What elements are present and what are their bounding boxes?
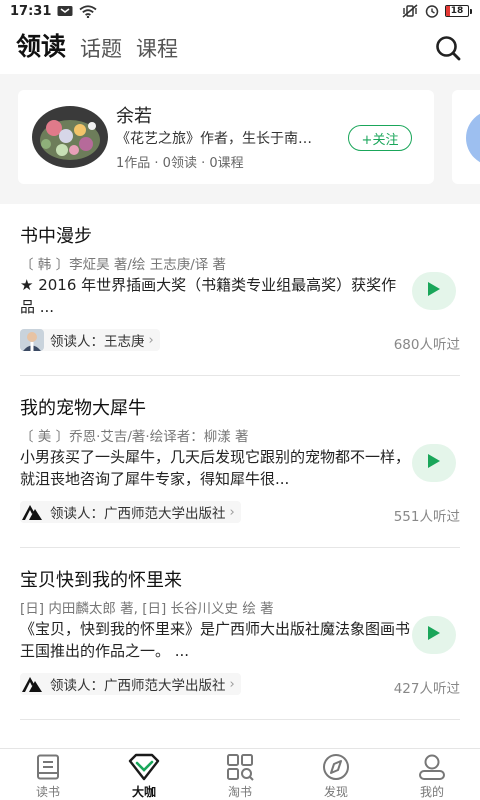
battery-level: 18 xyxy=(450,5,464,16)
next-author-avatar xyxy=(466,110,480,166)
reader-name: 领读人：广西师范大学出版社 xyxy=(50,506,226,522)
nav-label: 淘书 xyxy=(227,785,252,799)
chevron-right-icon: › xyxy=(229,504,235,520)
listen-count: 680人听过 xyxy=(393,337,460,353)
battery-icon: 18 xyxy=(445,5,472,17)
book-title: 书中漫步 xyxy=(20,226,92,247)
tab-topics[interactable]: 话题 xyxy=(80,33,122,67)
tab-courses[interactable]: 课程 xyxy=(136,33,178,67)
notification-icon xyxy=(57,5,73,17)
next-author-card[interactable] xyxy=(452,90,480,184)
status-bar: 17:31 18 xyxy=(0,0,480,22)
nav-label: 大咖 xyxy=(131,785,156,799)
book-icon xyxy=(32,752,64,782)
author-avatar xyxy=(32,106,108,168)
book-description: 小男孩买了一头犀牛，几天后发现它跟别的宠物都不一样，就沮丧地咨询了犀牛专家，得知… xyxy=(20,448,410,488)
follow-button[interactable]: +关注 xyxy=(348,125,412,151)
author-stats: 1作品 · 0领读 · 0课程 xyxy=(116,156,244,171)
nav-reading[interactable]: 读书 xyxy=(0,749,96,800)
nav-experts[interactable]: 大咖 xyxy=(96,749,192,800)
book-description: ★ 2016 年世界插画大奖（书籍类专业组最高奖）获奖作品 ... xyxy=(20,276,397,316)
play-button[interactable] xyxy=(412,272,456,310)
author-carousel: 余若 《花艺之旅》作者，生长于南… 1作品 · 0领读 · 0课程 +关注 xyxy=(0,74,480,204)
chevron-right-icon: › xyxy=(148,332,154,348)
chevron-right-icon: › xyxy=(229,676,235,692)
reader-link[interactable]: 领读人：王志庚 › xyxy=(20,329,160,351)
reader-link[interactable]: 领读人：广西师范大学出版社 › xyxy=(20,673,241,695)
author-description: 《花艺之旅》作者，生长于南… xyxy=(116,131,312,147)
compass-icon xyxy=(320,752,352,782)
publisher-logo-icon xyxy=(20,673,44,695)
author-card[interactable]: 余若 《花艺之旅》作者，生长于南… 1作品 · 0领读 · 0课程 +关注 xyxy=(18,90,434,184)
status-time: 17:31 xyxy=(10,3,52,19)
reader-name: 领读人：王志庚 xyxy=(50,334,145,350)
book-author: 〔 韩 〕李炡昊 著/绘 王志庚/译 著 xyxy=(20,257,227,273)
heart-check-icon xyxy=(128,752,160,782)
book-title: 我的宠物大犀牛 xyxy=(20,398,146,419)
header: 领读 话题 课程 xyxy=(0,22,480,77)
listen-count: 551人听过 xyxy=(393,509,460,525)
wifi-icon xyxy=(79,4,97,18)
book-item[interactable]: 我的宠物大犀牛 〔 美 〕乔恩·艾吉/著·绘译者：柳漾 著 小男孩买了一头犀牛，… xyxy=(20,376,460,548)
book-author: 〔 美 〕乔恩·艾吉/著·绘译者：柳漾 著 xyxy=(20,429,249,445)
search-icon[interactable] xyxy=(432,32,464,64)
book-item[interactable]: 书中漫步 〔 韩 〕李炡昊 著/绘 王志庚/译 著 ★ 2016 年世界插画大奖… xyxy=(20,204,460,376)
bottom-nav: 读书 大咖 淘书 发现 我的 xyxy=(0,748,480,800)
vibrate-mute-icon xyxy=(401,4,419,18)
nav-label: 读书 xyxy=(35,785,60,799)
play-button[interactable] xyxy=(412,616,456,654)
book-description: 《宝贝，快到我的怀里来》是广西师大出版社魔法象图画书王国推出的作品之一。 ... xyxy=(20,620,410,660)
nav-profile[interactable]: 我的 xyxy=(384,749,480,800)
play-icon xyxy=(427,453,441,473)
book-item[interactable]: 宝贝快到我的怀里来 [日] 内田麟太郎 著, [日] 长谷川义史 绘 著 《宝贝… xyxy=(20,548,460,720)
reader-name: 领读人：广西师范大学出版社 xyxy=(50,678,226,694)
author-name: 余若 xyxy=(116,106,152,127)
play-icon xyxy=(427,281,441,301)
nav-discover[interactable]: 发现 xyxy=(288,749,384,800)
person-icon xyxy=(416,752,448,782)
grid-search-icon xyxy=(224,752,256,782)
book-title: 宝贝快到我的怀里来 xyxy=(20,570,182,591)
nav-label: 发现 xyxy=(323,785,348,799)
listen-count: 427人听过 xyxy=(393,681,460,697)
play-button[interactable] xyxy=(412,444,456,482)
top-tabs: 领读 话题 课程 xyxy=(9,27,178,77)
nav-shop[interactable]: 淘书 xyxy=(192,749,288,800)
nav-label: 我的 xyxy=(419,785,444,799)
reader-link[interactable]: 领读人：广西师范大学出版社 › xyxy=(20,501,241,523)
tab-lingdu[interactable]: 领读 xyxy=(9,27,73,77)
publisher-logo-icon xyxy=(20,501,44,523)
reader-avatar xyxy=(20,329,44,351)
play-icon xyxy=(427,625,441,645)
book-author: [日] 内田麟太郎 著, [日] 长谷川义史 绘 著 xyxy=(20,601,274,617)
alarm-icon xyxy=(425,4,439,18)
book-list: 书中漫步 〔 韩 〕李炡昊 著/绘 王志庚/译 著 ★ 2016 年世界插画大奖… xyxy=(0,204,480,780)
